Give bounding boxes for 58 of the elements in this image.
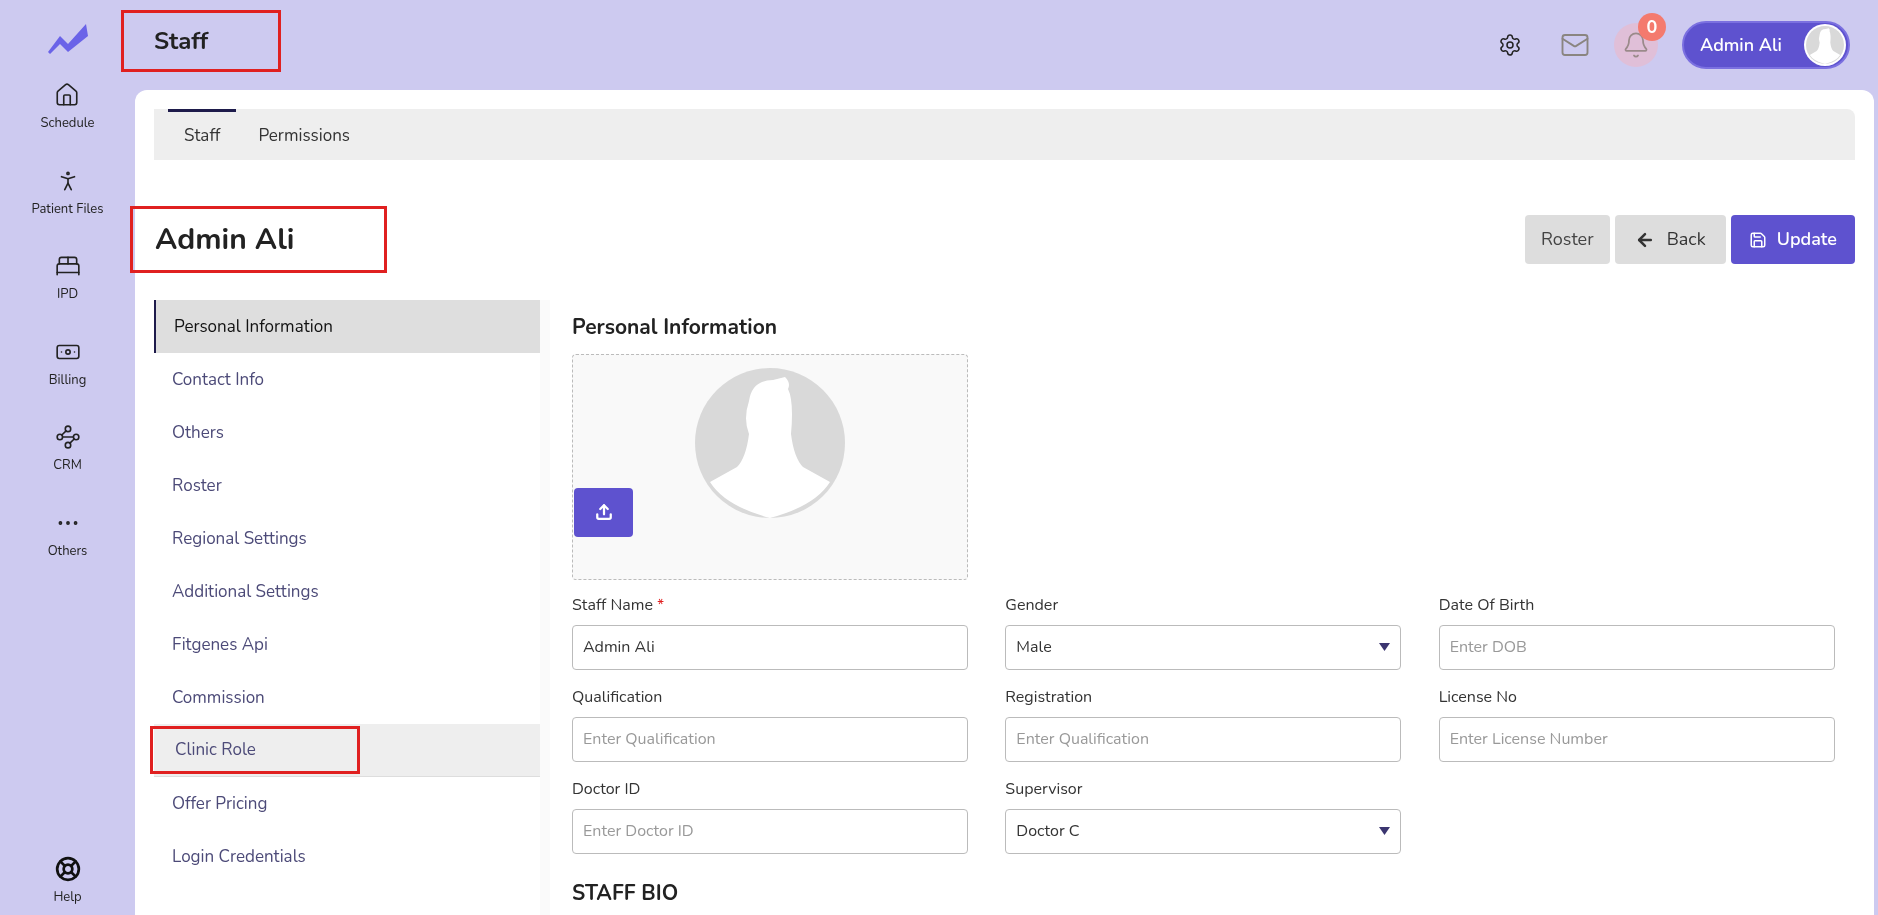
menu-item[interactable]: Contact Info <box>154 355 265 404</box>
field-label: Registration <box>1005 684 1094 709</box>
field-label: Date Of Birth <box>1438 592 1536 617</box>
section-title: Personal Information <box>572 312 779 343</box>
caret-icon <box>1379 643 1391 651</box>
menu-item[interactable]: Fitgenes Api <box>154 620 268 669</box>
select-field[interactable]: Male <box>1005 624 1402 670</box>
staff-heading: Admin Ali <box>130 206 387 273</box>
nav-label[interactable]: Others <box>47 541 88 561</box>
menu-item[interactable]: Clinic Role <box>150 726 360 774</box>
field-label: Gender <box>1005 592 1060 617</box>
field-label: Qualification <box>572 684 664 709</box>
nav-label[interactable]: CRM <box>53 456 82 476</box>
menu-item[interactable]: Offer Pricing <box>154 779 268 828</box>
user-menu-button[interactable]: Admin Ali <box>1682 21 1850 69</box>
menu-item[interactable]: Others <box>154 408 224 457</box>
menu-item[interactable]: Roster <box>154 461 222 510</box>
field-label: Doctor ID <box>572 776 642 801</box>
nav-label[interactable]: Billing <box>48 370 87 390</box>
menu-item[interactable]: Commission <box>154 673 265 722</box>
input-field[interactable]: Enter Qualification <box>1005 716 1402 762</box>
section-title: STAFF BIO <box>572 877 680 909</box>
select-field[interactable]: Doctor C <box>1005 808 1402 854</box>
menu-item[interactable]: Additional Settings <box>154 567 319 616</box>
input-field[interactable]: Enter Doctor ID <box>572 808 968 854</box>
nav-label[interactable]: Help <box>53 887 82 907</box>
upload-icon <box>594 503 613 521</box>
logo-icon[interactable] <box>45 22 90 54</box>
menu-item[interactable]: Login Credentials <box>154 832 306 881</box>
menu-item[interactable]: Regional Settings <box>154 514 307 563</box>
roster-button[interactable]: Roster <box>1525 215 1610 264</box>
house-icon[interactable] <box>54 82 81 108</box>
back-button[interactable]: Back <box>1614 215 1726 264</box>
nodes-icon[interactable] <box>54 424 81 450</box>
avatar-icon <box>1806 26 1844 64</box>
bell-icon <box>1622 31 1650 59</box>
settings-icon[interactable] <box>1498 33 1522 57</box>
upload-button[interactable] <box>574 487 633 537</box>
field-label: Staff Name * <box>572 592 666 617</box>
help-icon[interactable] <box>54 855 81 882</box>
field-label: License No <box>1438 684 1518 709</box>
page-title: Staff <box>121 10 281 72</box>
user-name: Admin Ali <box>1700 31 1782 59</box>
input-field[interactable]: Enter DOB <box>1438 624 1835 670</box>
nav-label[interactable]: IPD <box>56 285 79 305</box>
save-icon <box>1748 230 1767 249</box>
field-label: Supervisor <box>1005 776 1084 801</box>
nav-label[interactable]: Patient Files <box>31 199 104 219</box>
input-field[interactable]: Enter License Number <box>1438 716 1835 762</box>
input-field[interactable]: Admin Ali <box>572 624 968 670</box>
notification-badge: 0 <box>1638 13 1666 41</box>
tab[interactable]: Permissions <box>242 109 367 160</box>
caret-icon <box>1379 827 1391 835</box>
tab[interactable]: Staff <box>168 109 237 160</box>
input-field[interactable]: Enter Qualification <box>572 716 968 762</box>
avatar-placeholder-icon <box>695 367 845 518</box>
nav-label[interactable]: Schedule <box>40 114 95 134</box>
update-button[interactable]: Update <box>1730 215 1855 264</box>
